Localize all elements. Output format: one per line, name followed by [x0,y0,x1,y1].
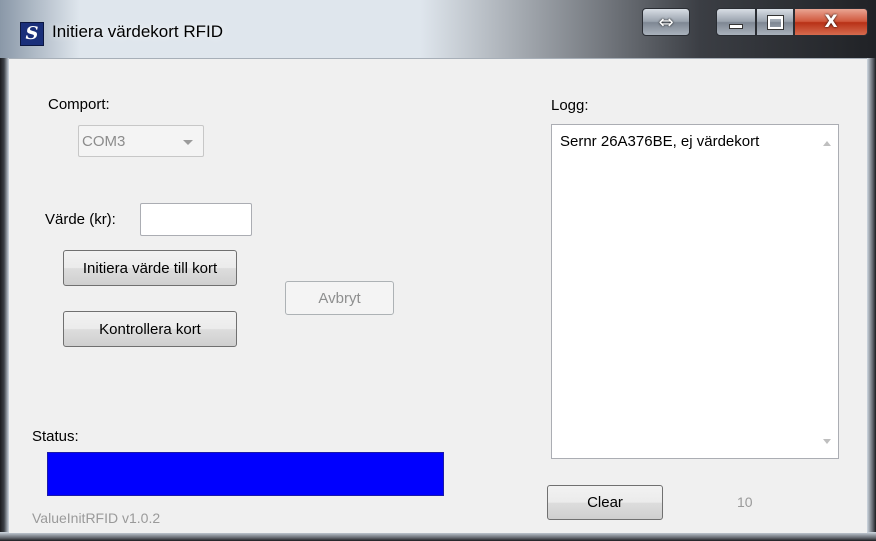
log-list[interactable]: Sernr 26A376BE, ej värdekort [551,124,839,459]
minimize-button[interactable] [716,8,756,36]
status-progress-bar [47,452,444,496]
scroll-down-icon[interactable] [823,439,831,444]
window-frame-bottom [0,532,876,541]
version-label: ValueInitRFID v1.0.2 [32,510,161,526]
resize-button[interactable]: ⇔ [642,8,690,36]
close-button[interactable]: X [794,8,868,36]
minimize-icon [729,23,743,29]
close-icon: X [824,12,838,32]
window-title: Initiera värdekort RFID [52,22,223,41]
log-scrollbar[interactable] [816,125,838,458]
comport-select[interactable]: COM3 [78,125,204,157]
chevron-down-icon [183,140,193,145]
maximize-button[interactable] [756,8,794,36]
app-window: S Initiera värdekort RFID ⇔ X Comport: C… [0,0,876,541]
comport-label: Comport: [48,96,110,113]
window-frame-left [0,58,9,541]
comport-value: COM3 [82,133,126,150]
value-label: Värde (kr): [45,211,116,228]
window-frame-right [867,58,876,541]
title-bar[interactable]: S Initiera värdekort RFID ⇔ X [0,0,876,59]
check-card-button[interactable]: Kontrollera kort [63,311,237,347]
maximize-icon [766,14,784,30]
scroll-up-icon[interactable] [823,141,831,146]
cancel-button[interactable]: Avbryt [285,281,394,315]
app-icon: S [20,22,44,46]
clear-button[interactable]: Clear [547,485,663,520]
value-input[interactable] [140,203,252,236]
status-label: Status: [32,428,79,445]
resize-icon: ⇔ [658,11,674,33]
log-item[interactable]: Sernr 26A376BE, ej värdekort [560,133,759,150]
log-count: 10 [737,494,753,510]
init-value-button[interactable]: Initiera värde till kort [63,250,237,286]
log-label: Logg: [551,97,589,114]
status-progress-fill [48,453,443,495]
